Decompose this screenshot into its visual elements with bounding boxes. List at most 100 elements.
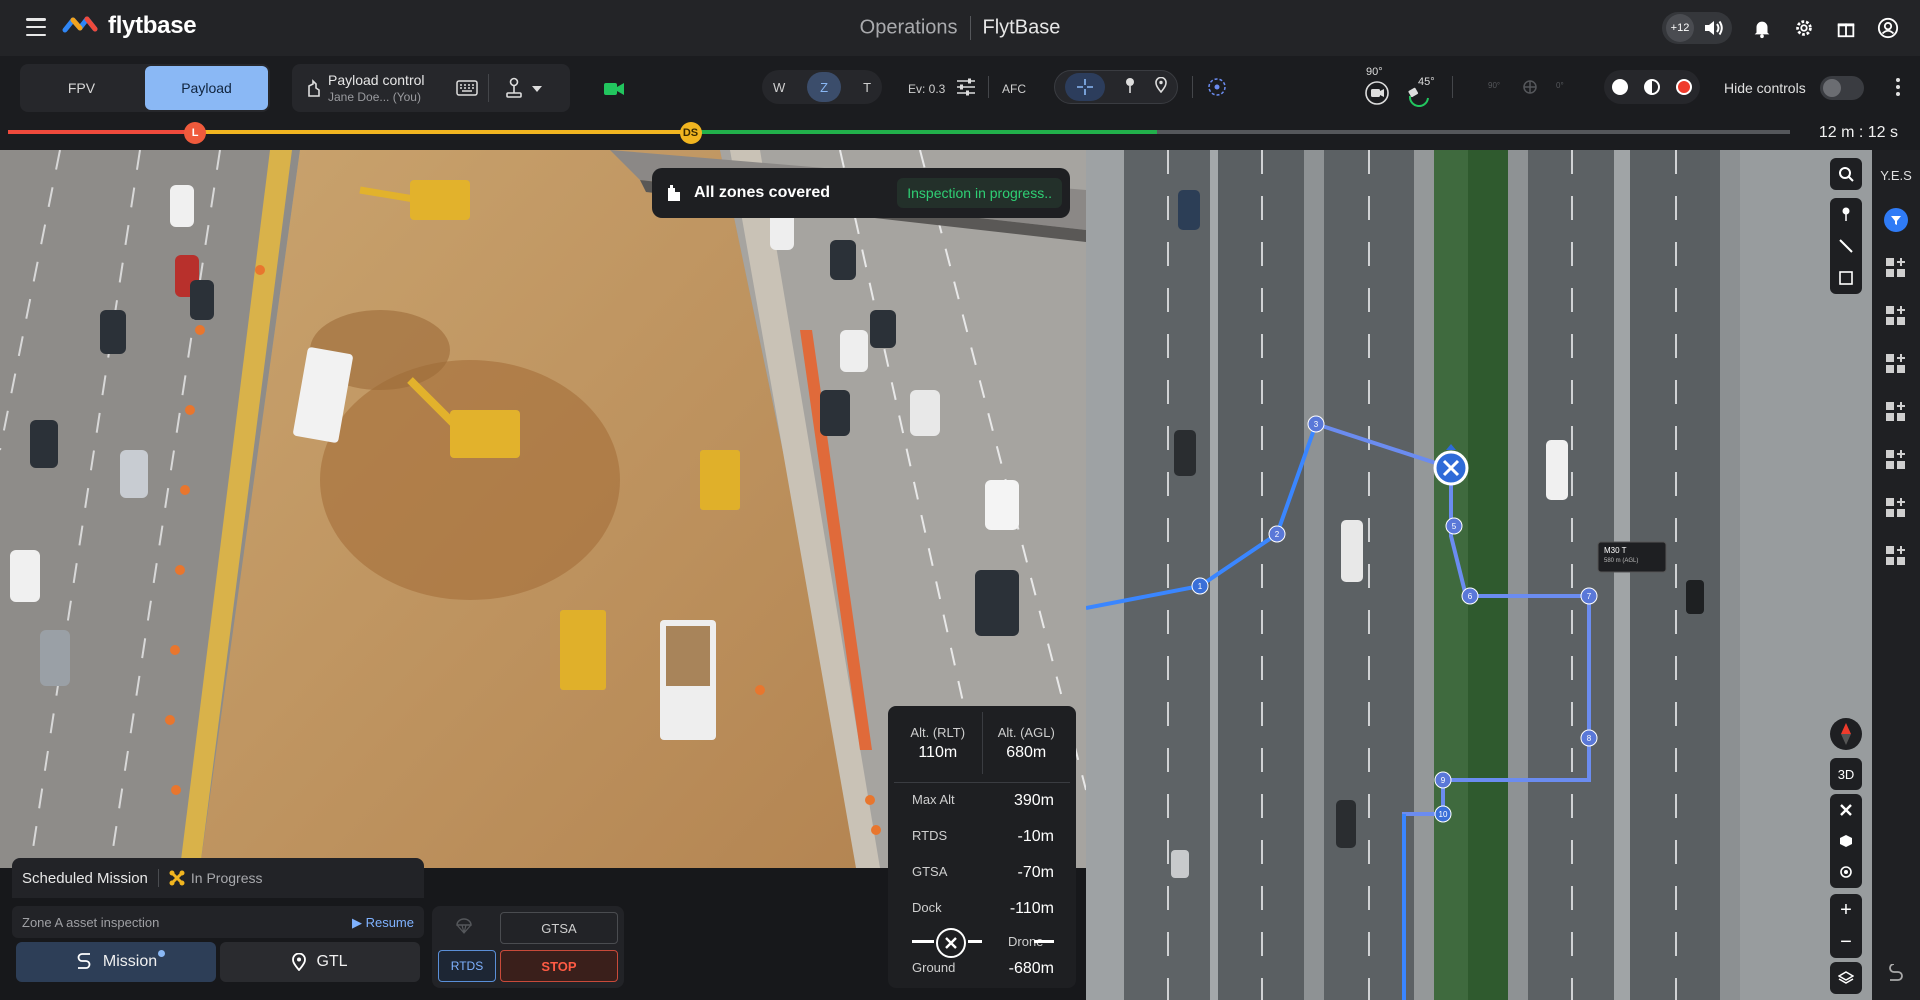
building-icon <box>668 185 680 201</box>
drone-icon <box>936 928 966 958</box>
parachute-icon[interactable] <box>456 918 472 934</box>
autofocus-button[interactable]: AFC <box>1002 82 1026 96</box>
map-pin-icon[interactable] <box>1841 207 1851 221</box>
tab-payload[interactable]: Payload <box>145 66 268 110</box>
map-3d-button[interactable]: 3D <box>1830 758 1862 790</box>
pointer-mode-switch <box>1054 70 1178 104</box>
more-options-icon[interactable] <box>1896 78 1900 96</box>
video-camera-icon[interactable] <box>604 82 624 96</box>
mission-button-label: Mission <box>102 953 158 970</box>
mission-map[interactable]: 1 2 3 5 6 7 8 9 10 M30 T 580 m (AGL) <box>1086 150 1872 1000</box>
rtds-button[interactable]: RTDS <box>438 950 496 982</box>
drone-center-icon[interactable] <box>1839 803 1853 817</box>
mission-timeline[interactable]: L DS <box>8 122 1790 144</box>
alt-rlt-label: Alt. (RLT) <box>910 724 966 740</box>
volume-icon[interactable] <box>1702 16 1726 40</box>
gtl-button[interactable]: GTL <box>220 942 420 982</box>
alt-row-gtsa: GTSA -70m <box>912 864 1054 882</box>
zoom-wide-button[interactable]: W <box>773 80 785 95</box>
sliders-icon[interactable] <box>956 78 976 96</box>
location-pin-icon <box>292 953 307 971</box>
drone-altitude-indicator: Drone <box>912 928 1054 958</box>
gimbal-camera-icon[interactable] <box>1364 80 1390 106</box>
mission-button[interactable]: Mission <box>16 942 216 982</box>
mission-type: Scheduled Mission <box>22 869 148 887</box>
exposure-value[interactable]: Ev: 0.3 <box>908 82 945 96</box>
alt-agl: Alt. (AGL) 680m <box>983 712 1071 774</box>
route-icon[interactable] <box>1886 964 1906 984</box>
widget-add-icon[interactable] <box>1884 496 1908 520</box>
map-search-icon[interactable] <box>1830 158 1862 190</box>
alt-row-max: Max Alt 390m <box>912 792 1054 810</box>
mission-indicator-dot <box>158 950 165 957</box>
svg-text:90°: 90° <box>1488 81 1500 90</box>
timeline-marker[interactable]: L <box>184 122 207 144</box>
control-toolbar: FPV Payload Payload control Jane Doe... … <box>0 56 1920 120</box>
svg-text:3: 3 <box>1314 420 1319 429</box>
map-layer-tools <box>1830 794 1862 888</box>
area-select-icon[interactable] <box>1839 271 1853 285</box>
elapsed-time: 12 m : 12 s <box>1818 124 1898 141</box>
mission-zone-row: Zone A asset inspection ▶ Resume <box>12 906 424 938</box>
zoom-zoom-button[interactable]: Z <box>807 72 842 102</box>
alt-rlt: Alt. (RLT) 110m <box>894 712 982 774</box>
svg-text:10: 10 <box>1439 810 1448 819</box>
zoom-tele-button[interactable]: T <box>863 80 871 95</box>
svg-text:7: 7 <box>1587 592 1592 601</box>
header-actions: +12 <box>1662 12 1900 44</box>
pin-icon[interactable] <box>1124 77 1136 98</box>
compass-icon[interactable] <box>1830 718 1862 750</box>
timeline-segment <box>690 130 1158 134</box>
alt-row-label: Dock <box>912 900 942 915</box>
recording-controls <box>1604 70 1700 104</box>
chevron-down-icon[interactable] <box>532 86 542 92</box>
gtl-button-label: GTL <box>316 953 348 970</box>
route-icon <box>77 953 91 969</box>
widget-add-icon[interactable] <box>1884 400 1908 424</box>
widget-add-icon[interactable] <box>1884 352 1908 376</box>
timeline-marker[interactable]: DS <box>679 122 702 144</box>
measure-line-icon[interactable] <box>1839 239 1853 253</box>
user-account-icon[interactable] <box>1876 16 1900 40</box>
night-mode-icon[interactable] <box>1644 79 1660 95</box>
gimbal-tilt-icon[interactable] <box>1406 84 1432 108</box>
crosshair-icon[interactable] <box>1064 73 1105 101</box>
hide-controls-toggle[interactable] <box>1820 76 1864 100</box>
tab-fpv[interactable]: FPV <box>20 64 143 112</box>
gift-icon[interactable] <box>1834 16 1858 40</box>
gear-icon[interactable] <box>1792 16 1816 40</box>
payload-control[interactable]: Payload control Jane Doe... (You) <box>292 64 570 112</box>
filter-icon[interactable] <box>1884 208 1908 232</box>
mission-status: In Progress <box>190 870 263 886</box>
mission-header: Scheduled Mission In Progress <box>12 858 424 898</box>
layers-icon[interactable] <box>1830 962 1862 994</box>
payload-hand-icon <box>308 79 320 97</box>
stop-button[interactable]: STOP <box>500 950 618 982</box>
audio-control[interactable]: +12 <box>1662 12 1732 44</box>
location-pin-icon[interactable] <box>1155 76 1168 98</box>
svg-text:9: 9 <box>1441 776 1446 785</box>
zone-status-toast: All zones covered Inspection in progress… <box>652 168 1070 218</box>
widget-add-icon[interactable] <box>1884 448 1908 472</box>
joystick-icon[interactable] <box>504 77 524 99</box>
resume-button[interactable]: ▶ Resume <box>352 915 414 931</box>
dock-icon[interactable] <box>1839 834 1853 848</box>
record-icon[interactable] <box>1676 79 1692 95</box>
drone-tooltip-sub: 580 m (AGL) <box>1604 558 1639 564</box>
widget-add-icon[interactable] <box>1884 304 1908 328</box>
keyboard-icon[interactable] <box>456 80 478 96</box>
bell-icon[interactable] <box>1750 16 1774 40</box>
participants-badge[interactable]: +12 <box>1666 14 1694 42</box>
target-track-icon[interactable] <box>1206 76 1228 98</box>
gtsa-button[interactable]: GTSA <box>500 912 618 944</box>
zoom-in-icon[interactable]: + <box>1840 900 1852 920</box>
timeline-segment <box>1157 130 1790 134</box>
zoom-out-icon[interactable]: − <box>1840 932 1852 952</box>
widget-add-icon[interactable] <box>1884 256 1908 280</box>
map-draw-tools <box>1830 198 1862 294</box>
capture-photo-icon[interactable] <box>1612 79 1628 95</box>
widget-add-icon[interactable] <box>1884 544 1908 568</box>
alt-row-label: GTSA <box>912 864 948 879</box>
page-title: Operations FlytBase <box>0 16 1920 40</box>
locate-icon[interactable] <box>1839 865 1853 879</box>
